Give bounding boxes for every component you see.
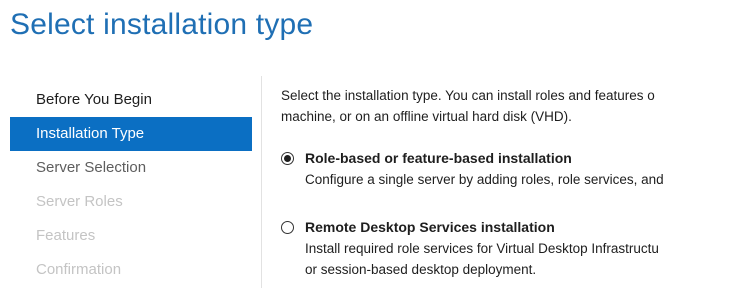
option-remote-desktop-description: or session-based desktop deployment.	[305, 262, 537, 277]
nav-item-installation-type[interactable]: Installation Type	[10, 117, 252, 151]
page-title: Select installation type	[10, 8, 314, 41]
option-remote-desktop[interactable]: Remote Desktop Services installation Ins…	[281, 216, 750, 280]
intro-line: machine, or on an offline virtual hard d…	[281, 109, 572, 124]
option-remote-desktop-description: Install required role services for Virtu…	[305, 241, 659, 256]
radio-role-based[interactable]	[281, 151, 294, 165]
nav-item-server-selection[interactable]: Server Selection	[10, 151, 252, 185]
nav-item-features: Features	[36, 227, 96, 244]
nav-divider	[261, 76, 262, 288]
radio-remote-desktop[interactable]	[281, 220, 294, 234]
option-remote-desktop-label[interactable]: Remote Desktop Services installation	[305, 219, 555, 235]
nav-item-confirmation: Confirmation	[36, 261, 122, 278]
option-role-based-label[interactable]: Role-based or feature-based installation	[305, 150, 572, 166]
option-role-based-description: Configure a single server by adding role…	[305, 172, 664, 187]
option-remote-desktop-header[interactable]: Remote Desktop Services installation	[281, 216, 750, 238]
intro-text: Select the installation type. You can in…	[281, 85, 750, 127]
option-role-based[interactable]: Role-based or feature-based installation…	[281, 147, 750, 190]
option-role-based-header[interactable]: Role-based or feature-based installation	[281, 147, 750, 169]
nav-item-before-you-begin[interactable]: Before You Begin	[10, 83, 252, 117]
wizard-navigation: Before You Begin Installation Type Serve…	[10, 83, 252, 287]
intro-line: Select the installation type. You can in…	[281, 88, 655, 103]
nav-item-server-roles: Server Roles	[36, 193, 123, 210]
